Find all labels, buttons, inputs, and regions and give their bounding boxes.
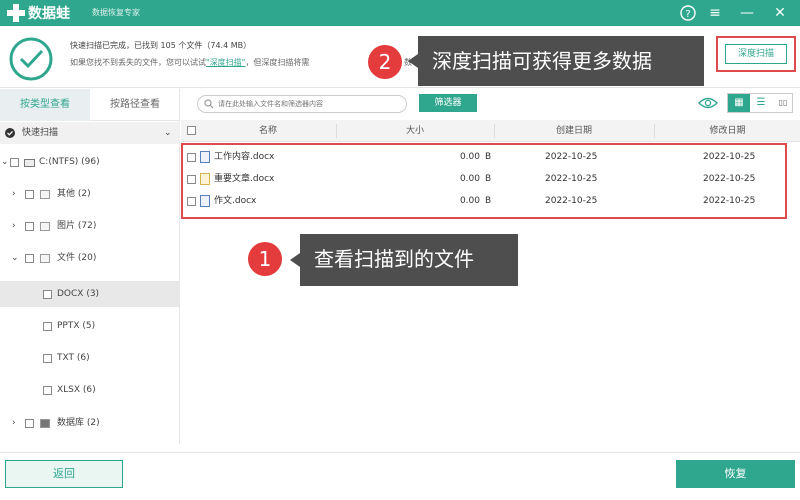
chevron-right-icon[interactable]: › [12,215,16,237]
minimize-icon: — [740,5,754,21]
tree-item-docx[interactable]: DOCX (3) [0,281,180,307]
hint-prefix: 如果您找不到丢失的文件，您可以试试 [70,58,206,67]
tree-item-label: 数据库 (2) [57,418,100,428]
tree-item-label: PPTX (5) [57,321,96,331]
tree-item-pptx[interactable]: PPTX (5) [0,315,180,337]
search-icon [204,99,214,109]
tree-item-label: C:(NTFS) (96) [39,157,100,167]
column-size[interactable]: 大小 [337,120,493,142]
database-icon [40,419,50,428]
chevron-right-icon[interactable]: › [12,412,16,434]
checkbox[interactable] [25,222,34,231]
checkbox[interactable] [10,158,19,167]
step-badge-1: 1 [248,242,282,276]
app-name: 数据蛙 [28,6,70,22]
view-mode-group: ▦ ☰ ▯▯ [727,93,793,113]
file-toolbar: 筛选器 ▦ ☰ ▯▯ [181,89,800,119]
tree-item-label: 文件 (20) [57,253,97,263]
close-icon: ✕ [774,5,786,21]
scan-hint-text: 如果您找不到丢失的文件，您可以试试"深度扫描"，但深度扫描将需 [70,57,309,68]
checkbox[interactable] [25,254,34,263]
hint-suffix: ，但深度扫描将需 [245,58,310,67]
tree-item-label: 其他 (2) [57,189,91,199]
back-button[interactable]: 返回 [5,460,123,488]
column-created[interactable]: 创建日期 [495,120,653,142]
tree-item-label: DOCX (3) [57,289,100,299]
checkbox[interactable] [43,354,52,363]
quick-scan-header[interactable]: 快速扫描 ⌄ [0,122,180,144]
column-name[interactable]: 名称 [201,120,335,142]
close-button[interactable]: ✕ [770,3,790,23]
menu-icon: ≡ [709,5,721,21]
tree-item-documents[interactable]: ⌄ 文件 (20) [0,247,180,269]
sidebar: 按类型查看 按路径查看 快速扫描 ⌄ ⌄ C:(NTFS) (96) › 其他 … [0,89,180,444]
svg-text:?: ? [685,9,690,20]
tree-item-label: TXT (6) [57,353,90,363]
quick-scan-label: 快速扫描 [22,128,59,138]
document-icon [40,254,50,263]
checkbox[interactable] [43,290,52,299]
image-icon [40,222,50,231]
checkbox[interactable] [43,386,52,395]
select-all-checkbox[interactable] [187,126,196,135]
scan-result-text: 快速扫描已完成，已找到 105 个文件（74.4 MB） [70,41,252,50]
checkbox[interactable] [25,419,34,428]
app-subtitle: 数据恢复专家 [92,8,140,17]
deep-scan-link[interactable]: "深度扫描" [206,58,245,67]
drive-icon [24,159,35,167]
search-box[interactable] [197,95,407,113]
tab-by-path[interactable]: 按路径查看 [90,89,180,121]
minimize-button[interactable]: — [737,3,757,23]
tree-item-label: 图片 (72) [57,221,97,231]
grid-view-button[interactable]: ▦ [728,94,750,112]
checkbox[interactable] [25,190,34,199]
search-input[interactable] [218,98,398,110]
highlight-box-files [181,143,787,219]
title-bar: 数据蛙 数据恢复专家 ? ≡ — ✕ [0,0,800,26]
list-view-button[interactable]: ☰ [750,94,772,112]
highlight-box-deep-scan [716,36,796,72]
step-badge-2: 2 [368,45,402,79]
tooltip-deep-scan: 深度扫描可获得更多数据 [408,36,704,86]
tree-item-drive[interactable]: ⌄ C:(NTFS) (96) [0,151,180,173]
tab-by-type[interactable]: 按类型查看 [0,89,90,121]
app-logo-icon [7,4,25,22]
check-filled-icon [5,128,15,138]
folder-icon [40,190,50,199]
tree-item-database[interactable]: › 数据库 (2) [0,412,180,434]
column-modified[interactable]: 修改日期 [655,120,800,142]
tooltip-view-files: 查看扫描到的文件 [290,234,518,286]
chevron-down-icon[interactable]: ⌄ [11,247,19,269]
recover-button[interactable]: 恢复 [676,460,795,488]
checkbox[interactable] [43,322,52,331]
tree-item-other[interactable]: › 其他 (2) [0,183,180,205]
bottom-bar: 返回 恢复 [0,452,800,500]
check-circle-icon [9,37,53,81]
tree-item-txt[interactable]: TXT (6) [0,347,180,369]
chevron-down-icon[interactable]: ⌄ [1,151,9,173]
tree-item-xlsx[interactable]: XLSX (6) [0,379,180,401]
menu-button[interactable]: ≡ [705,3,725,23]
detail-view-button[interactable]: ▯▯ [772,94,794,112]
chevron-down-icon: ⌄ [164,128,172,138]
eye-icon[interactable] [698,96,718,110]
table-header: 名称 大小 创建日期 修改日期 [181,120,800,142]
view-tabs: 按类型查看 按路径查看 [0,89,180,121]
tree-item-label: XLSX (6) [57,385,96,395]
chevron-right-icon[interactable]: › [12,183,16,205]
help-button[interactable]: ? [678,3,698,23]
filter-button[interactable]: 筛选器 [419,94,477,112]
help-icon: ? [680,5,696,21]
tree-item-images[interactable]: › 图片 (72) [0,215,180,237]
